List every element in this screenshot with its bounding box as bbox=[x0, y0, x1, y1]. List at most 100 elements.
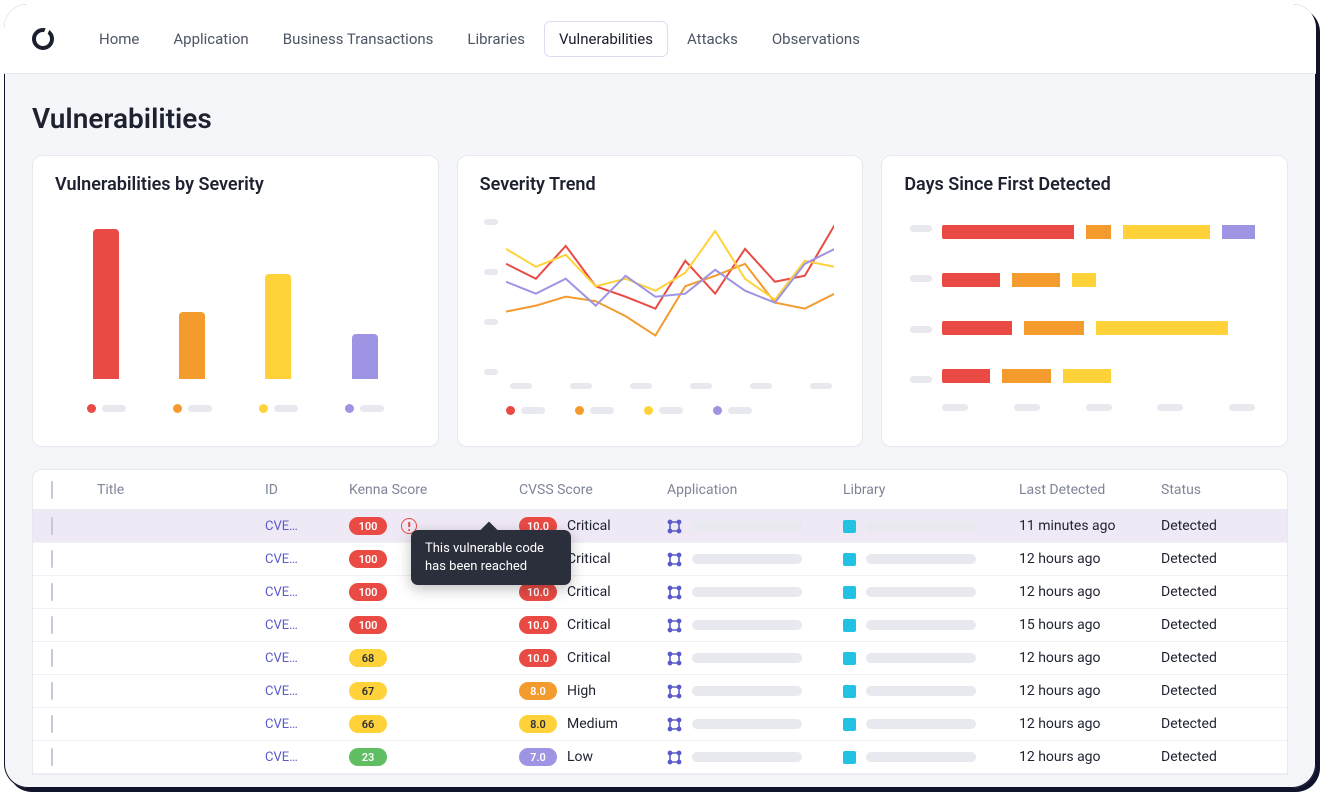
col-last[interactable]: Last Detected bbox=[1019, 482, 1161, 498]
table-row[interactable]: CVE…668.0Medium12 hours agoDetected bbox=[33, 708, 1287, 741]
kenna-score-badge: 66 bbox=[349, 715, 387, 733]
library-placeholder bbox=[866, 587, 976, 597]
col-lib[interactable]: Library bbox=[843, 482, 1019, 498]
col-app[interactable]: Application bbox=[667, 482, 843, 498]
row-checkbox[interactable] bbox=[51, 517, 53, 535]
row-checkbox[interactable] bbox=[51, 682, 53, 700]
last-detected: 12 hours ago bbox=[1019, 551, 1161, 567]
table-row[interactable]: CVE…10010.0Critical11 minutes agoDetecte… bbox=[33, 510, 1287, 543]
stacked-bar-row bbox=[942, 225, 1255, 239]
application-placeholder bbox=[692, 686, 802, 696]
library-placeholder bbox=[866, 686, 976, 696]
nav-tab-attacks[interactable]: Attacks bbox=[672, 21, 753, 57]
last-detected: 12 hours ago bbox=[1019, 584, 1161, 600]
page-title: Vulnerabilities bbox=[32, 102, 1288, 135]
card-title: Vulnerabilities by Severity bbox=[55, 174, 416, 195]
cvss-score-badge: 8.0 bbox=[519, 682, 557, 700]
nav-tab-vulnerabilities[interactable]: Vulnerabilities bbox=[544, 21, 668, 57]
nav-tab-application[interactable]: Application bbox=[158, 21, 263, 57]
bar-chart-legend bbox=[63, 404, 408, 413]
nav-tab-libraries[interactable]: Libraries bbox=[452, 21, 540, 57]
row-checkbox[interactable] bbox=[51, 715, 53, 733]
severity-label: Critical bbox=[567, 551, 611, 567]
cve-id-link[interactable]: CVE… bbox=[265, 585, 349, 600]
kenna-score-badge: 100 bbox=[349, 616, 387, 634]
vulnerabilities-table: Title ID Kenna Score CVSS Score Applicat… bbox=[32, 469, 1288, 775]
kenna-score-badge: 100 bbox=[349, 583, 387, 601]
kenna-score-badge: 100 bbox=[349, 517, 387, 535]
library-icon bbox=[843, 520, 856, 533]
row-checkbox[interactable] bbox=[51, 583, 53, 601]
application-placeholder bbox=[692, 587, 802, 597]
nav-tab-observations[interactable]: Observations bbox=[757, 21, 875, 57]
status-label: Detected bbox=[1161, 650, 1257, 666]
col-kenna[interactable]: Kenna Score bbox=[349, 482, 519, 498]
status-label: Detected bbox=[1161, 716, 1257, 732]
cvss-score-badge: 7.0 bbox=[519, 748, 557, 766]
table-row[interactable]: CVE…10010.0Critical12 hours agoDetected bbox=[33, 576, 1287, 609]
table-row[interactable]: CVE…6810.0Critical12 hours agoDetected bbox=[33, 642, 1287, 675]
cve-id-link[interactable]: CVE… bbox=[265, 750, 349, 765]
table-row[interactable]: CVE…10010.0Critical15 hours agoDetected bbox=[33, 609, 1287, 642]
stacked-bar-row bbox=[942, 273, 1255, 287]
application-placeholder bbox=[692, 554, 802, 564]
top-nav: HomeApplicationBusiness TransactionsLibr… bbox=[4, 4, 1316, 74]
application-icon bbox=[667, 519, 682, 534]
application-placeholder bbox=[692, 752, 802, 762]
line-series-high bbox=[506, 264, 835, 336]
table-row[interactable]: CVE…678.0High12 hours agoDetected bbox=[33, 675, 1287, 708]
application-placeholder bbox=[692, 719, 802, 729]
bar-high bbox=[179, 312, 205, 380]
row-checkbox[interactable] bbox=[51, 649, 53, 667]
nav-tab-business-transactions[interactable]: Business Transactions bbox=[268, 21, 449, 57]
row-checkbox[interactable] bbox=[51, 748, 53, 766]
application-icon bbox=[667, 750, 682, 765]
cve-id-link[interactable]: CVE… bbox=[265, 519, 349, 534]
application-icon bbox=[667, 552, 682, 567]
row-checkbox[interactable] bbox=[51, 550, 53, 568]
select-all-checkbox[interactable] bbox=[51, 481, 53, 499]
cve-id-link[interactable]: CVE… bbox=[265, 651, 349, 666]
cve-id-link[interactable]: CVE… bbox=[265, 618, 349, 633]
table-row[interactable]: CVE…237.0Low12 hours agoDetected bbox=[33, 741, 1287, 774]
application-placeholder bbox=[692, 521, 802, 531]
col-title[interactable]: Title bbox=[97, 482, 265, 498]
application-icon bbox=[667, 684, 682, 699]
cve-id-link[interactable]: CVE… bbox=[265, 552, 349, 567]
cvss-score-badge: 10.0 bbox=[519, 649, 557, 667]
col-cvss[interactable]: CVSS Score bbox=[519, 482, 667, 498]
card-days-since-detected: Days Since First Detected bbox=[881, 155, 1288, 447]
cve-id-link[interactable]: CVE… bbox=[265, 717, 349, 732]
col-id[interactable]: ID bbox=[265, 482, 349, 498]
library-placeholder bbox=[866, 554, 976, 564]
library-icon bbox=[843, 751, 856, 764]
card-title: Severity Trend bbox=[480, 174, 841, 195]
card-severity-by-count: Vulnerabilities by Severity bbox=[32, 155, 439, 447]
last-detected: 12 hours ago bbox=[1019, 749, 1161, 765]
kenna-score-badge: 67 bbox=[349, 682, 387, 700]
library-icon bbox=[843, 652, 856, 665]
application-icon bbox=[667, 651, 682, 666]
kenna-score-badge: 100 bbox=[349, 550, 387, 568]
table-row[interactable]: CVE…10010.0Critical12 hours agoDetected bbox=[33, 543, 1287, 576]
severity-label: Critical bbox=[567, 617, 611, 633]
cve-id-link[interactable]: CVE… bbox=[265, 684, 349, 699]
severity-label: Critical bbox=[567, 584, 611, 600]
brand-logo-icon bbox=[30, 26, 56, 52]
bar-critical bbox=[93, 229, 119, 379]
stacked-bar-chart bbox=[942, 225, 1255, 383]
cvss-score-badge: 10.0 bbox=[519, 583, 557, 601]
nav-tabs: HomeApplicationBusiness TransactionsLibr… bbox=[84, 21, 875, 57]
application-icon bbox=[667, 585, 682, 600]
status-label: Detected bbox=[1161, 617, 1257, 633]
last-detected: 15 hours ago bbox=[1019, 617, 1161, 633]
status-label: Detected bbox=[1161, 551, 1257, 567]
col-status[interactable]: Status bbox=[1161, 482, 1257, 498]
bar-medium bbox=[265, 274, 291, 379]
row-checkbox[interactable] bbox=[51, 616, 53, 634]
line-chart bbox=[506, 219, 835, 368]
status-label: Detected bbox=[1161, 518, 1257, 534]
nav-tab-home[interactable]: Home bbox=[84, 21, 154, 57]
card-title: Days Since First Detected bbox=[904, 174, 1265, 195]
kenna-score-badge: 68 bbox=[349, 649, 387, 667]
